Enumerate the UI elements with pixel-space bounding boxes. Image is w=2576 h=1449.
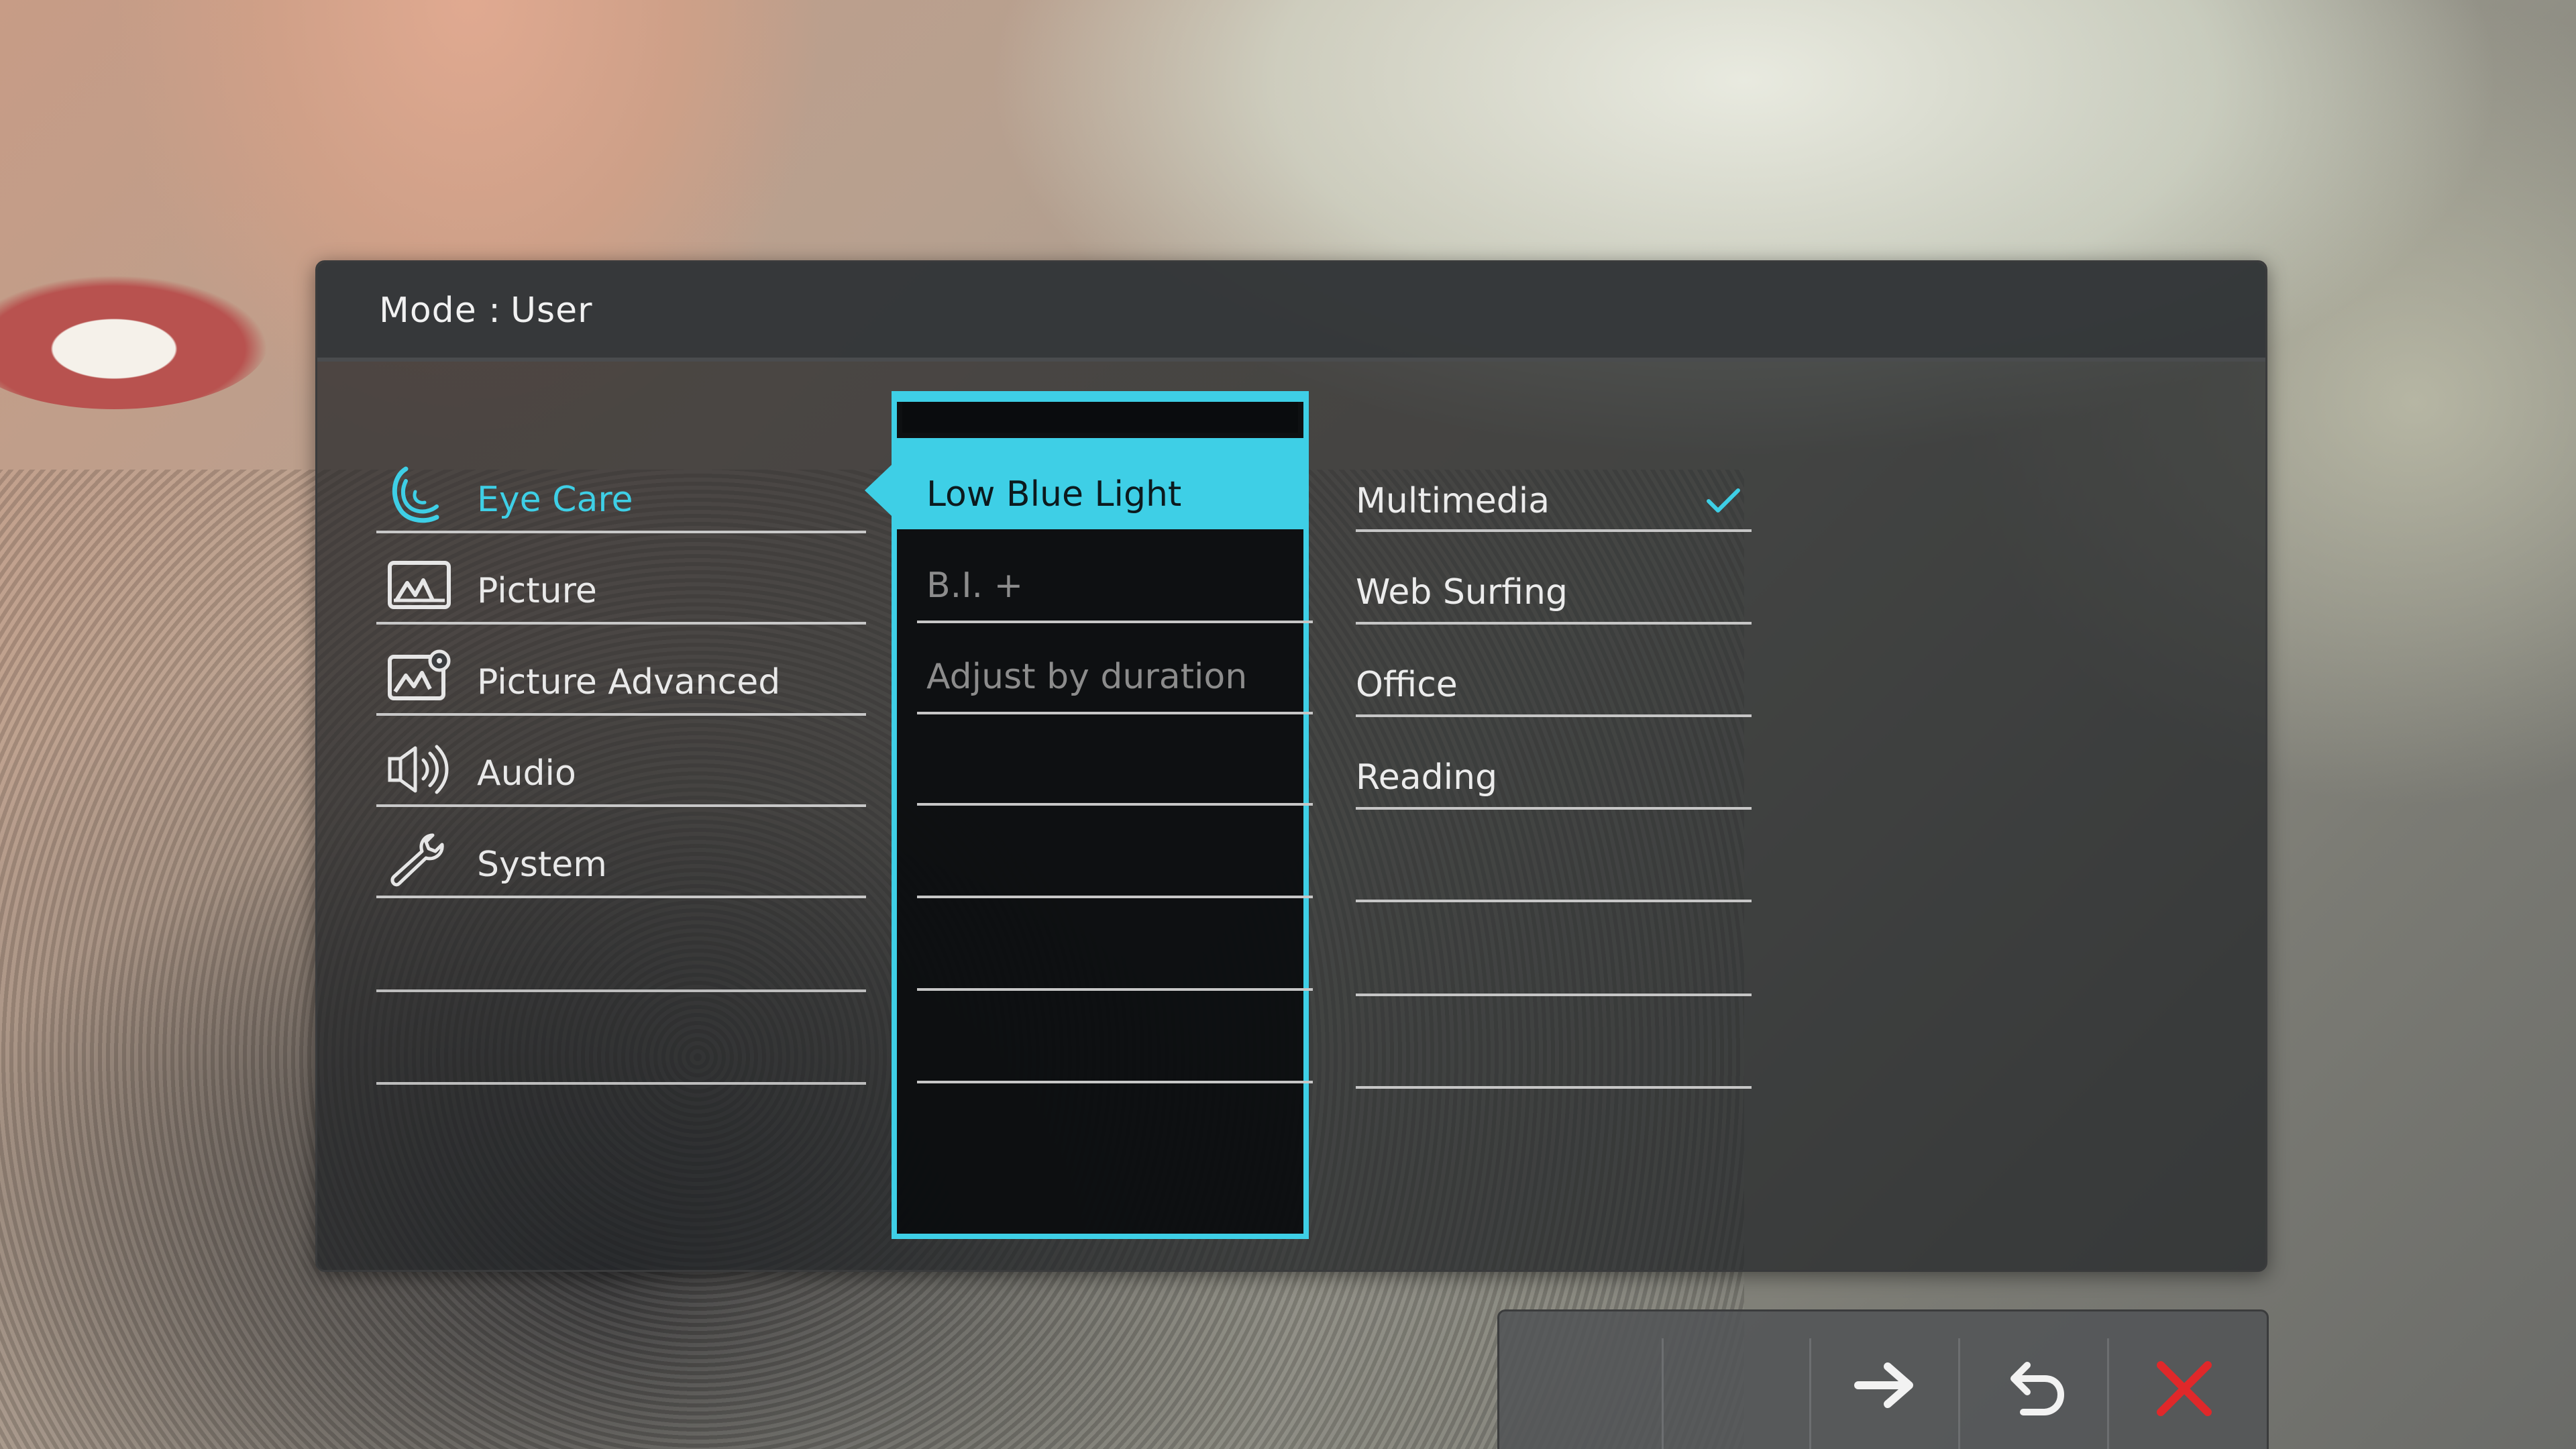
picture-icon (386, 556, 453, 618)
key-slot-empty-1[interactable] (1499, 1311, 1648, 1449)
menu-item-label: System (477, 845, 607, 885)
key-separator (2107, 1338, 2109, 1449)
menu-item-label: Audio (477, 753, 576, 794)
speaker-icon (386, 739, 453, 800)
option-label: Office (1356, 665, 1458, 705)
key-separator (1958, 1338, 1960, 1449)
key-back-button[interactable] (1961, 1311, 2110, 1449)
option-office[interactable]: Office (1356, 629, 1752, 720)
wrench-icon (386, 830, 453, 892)
option-divider (1356, 714, 1752, 717)
key-guide-bar (1497, 1309, 2269, 1449)
menu-divider (376, 1082, 866, 1085)
menu-item-label: Picture Advanced (477, 662, 781, 702)
menu-item-label: Picture (477, 571, 597, 611)
menu-item-picture[interactable]: Picture (376, 536, 866, 625)
option-multimedia[interactable]: Multimedia (1356, 445, 1752, 536)
eye-care-icon (386, 465, 453, 527)
key-separator (1809, 1338, 1811, 1449)
photo-smile (0, 275, 268, 409)
option-label: Multimedia (1356, 481, 1550, 521)
submenu-panel: Low Blue Light B.I. + Adjust by duration (892, 391, 1313, 1239)
screen-background: Mode : User Eye Care Picture Picture Adv… (0, 0, 2576, 1449)
menu-item-eye-care[interactable]: Eye Care (376, 445, 866, 533)
submenu-item-label: Adjust by duration (926, 657, 1248, 697)
option-label: Reading (1356, 757, 1498, 798)
option-web-surfing[interactable]: Web Surfing (1356, 536, 1752, 627)
selection-pointer (865, 465, 892, 516)
osd-menu-panel: Mode : User Eye Care Picture Picture Adv… (315, 260, 2267, 1272)
option-divider (1356, 807, 1752, 810)
submenu-item-low-blue-light[interactable]: Low Blue Light (897, 438, 1303, 529)
checkmark-icon (1706, 486, 1741, 516)
submenu-item-label: Low Blue Light (926, 474, 1182, 515)
picture-advanced-icon (386, 647, 453, 709)
key-slot-empty-2[interactable] (1664, 1311, 1813, 1449)
submenu-item-label: B.I. + (926, 566, 1024, 606)
menu-item-audio[interactable]: Audio (376, 718, 866, 807)
option-label: Web Surfing (1356, 572, 1568, 612)
menu-divider (376, 989, 866, 992)
option-divider (1356, 900, 1752, 902)
key-exit-button[interactable] (2110, 1311, 2259, 1449)
submenu-top-border (897, 396, 1303, 402)
submenu-divider (917, 896, 1313, 898)
option-divider (1356, 529, 1752, 532)
submenu-divider (917, 803, 1313, 806)
key-separator (1662, 1338, 1664, 1449)
mode-label: Mode : (379, 290, 501, 331)
mode-value: User (511, 290, 593, 331)
submenu-divider (917, 1081, 1313, 1083)
key-next-button[interactable] (1812, 1311, 1961, 1449)
submenu-divider (917, 988, 1313, 991)
submenu-item-bi-plus[interactable]: B.I. + (917, 529, 1313, 621)
option-reading[interactable]: Reading (1356, 721, 1752, 812)
menu-item-label: Eye Care (477, 480, 633, 520)
submenu-item-adjust-by-duration[interactable]: Adjust by duration (917, 621, 1313, 712)
option-divider (1356, 622, 1752, 625)
menu-item-picture-advanced[interactable]: Picture Advanced (376, 627, 866, 716)
option-divider (1356, 1086, 1752, 1089)
submenu-divider (917, 712, 1313, 714)
menu-item-system[interactable]: System (376, 810, 866, 898)
submenu-top-bar (902, 402, 1298, 433)
option-divider (1356, 994, 1752, 996)
osd-header: Mode : User (317, 262, 2265, 362)
